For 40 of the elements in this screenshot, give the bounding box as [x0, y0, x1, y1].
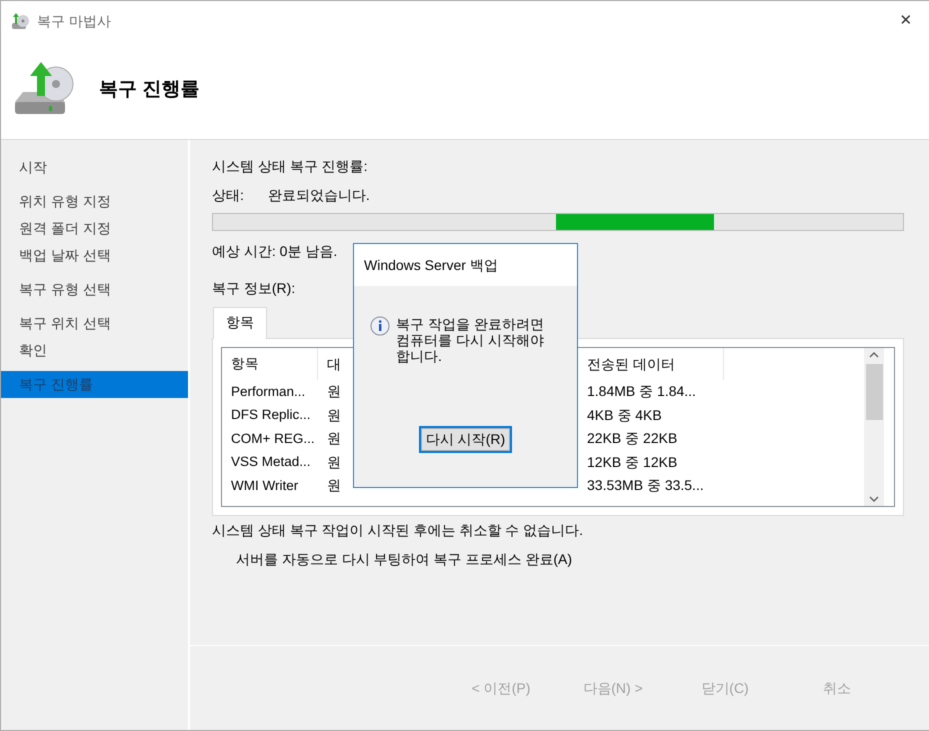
- table-cell-text: VSS Metad...: [230, 453, 312, 472]
- sidebar-item[interactable]: 원격 폴더 지정: [1, 215, 188, 242]
- sidebar-item[interactable]: 복구 유형 선택: [1, 276, 188, 303]
- table-cell: 원: [327, 383, 341, 400]
- progress-heading: 시스템 상태 복구 진행률:: [212, 157, 369, 176]
- page-heading: 복구 진행률: [99, 78, 200, 102]
- backup-disk-icon: [11, 11, 31, 31]
- scrollbar[interactable]: [864, 348, 884, 506]
- warning-note: 시스템 상태 복구 작업이 시작된 후에는 취소할 수 없습니다.: [212, 521, 584, 540]
- time-remaining: 예상 시간: 0분 남음.: [212, 242, 338, 261]
- info-icon: [370, 316, 390, 336]
- table-cell-text: WMI Writer: [230, 476, 300, 495]
- table-cell: 원: [327, 454, 341, 470]
- table-cell-text: 12KB 중 12KB: [586, 452, 678, 472]
- sidebar-item[interactable]: 시작: [1, 154, 188, 181]
- details-label: 복구 정보(R):: [212, 279, 296, 298]
- table-cell-text: Performan...: [230, 382, 306, 401]
- tab[interactable]: 항목: [213, 307, 267, 339]
- auto-reboot-label: 서버를 자동으로 다시 부팅하여 복구 프로세스 완료(A): [236, 550, 573, 569]
- sidebar-item[interactable]: 위치 유형 지정: [1, 188, 188, 215]
- sidebar-item[interactable]: 확인: [1, 337, 188, 364]
- sidebar-item[interactable]: 복구 위치 선택: [1, 310, 188, 337]
- close-button[interactable]: ✕: [883, 1, 929, 41]
- dialog-title: Windows Server 백업: [354, 244, 577, 286]
- status-label: 상태:: [212, 186, 244, 205]
- table-cell: 원: [327, 477, 341, 494]
- table-cell: 원: [327, 430, 341, 446]
- table-cell-text: 22KB 중 22KB: [586, 429, 678, 448]
- table-cell-text: COM+ REG...: [230, 430, 316, 448]
- table-cell-text: 33.53MB 중 33.5...: [586, 476, 705, 496]
- restart-button[interactable]: 다시 시작(R): [418, 426, 512, 453]
- table-cell-text: 1.84MB 중 1.84...: [586, 382, 697, 402]
- table-cell-text: 4KB 중 4KB: [586, 406, 663, 425]
- status-value: 완료되었습니다.: [268, 186, 370, 205]
- window-title: 복구 마법사: [37, 12, 111, 30]
- table-cell-text: DFS Replic...: [230, 406, 312, 424]
- table-cell: 원: [327, 406, 341, 423]
- sidebar-item[interactable]: 백업 날짜 선택: [1, 242, 188, 269]
- column-header: 항목: [222, 348, 318, 380]
- scroll-thumb[interactable]: [866, 364, 882, 420]
